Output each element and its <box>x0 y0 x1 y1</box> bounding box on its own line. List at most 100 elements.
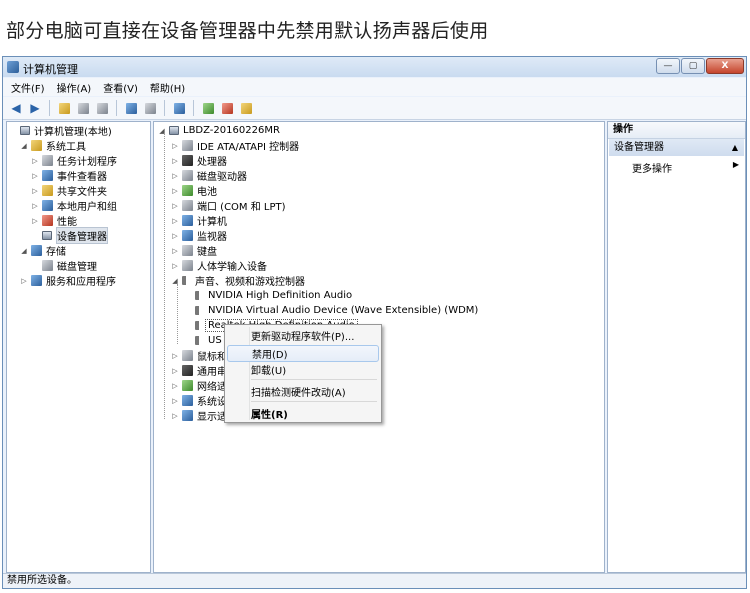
device-tree-item-label: 计算机 <box>197 217 227 228</box>
device-tree-item[interactable]: NVIDIA High Definition Audio <box>184 288 352 303</box>
device-tree-item[interactable]: ▷ 通用串 <box>171 363 227 378</box>
expand-arrow-icon[interactable]: ▷ <box>171 412 179 420</box>
device-tree-item[interactable]: ▷ 处理器 <box>171 153 227 168</box>
device-tree-item[interactable]: US <box>184 333 222 348</box>
disable-menu-item[interactable]: 禁用(D) <box>227 345 379 362</box>
device-tree-item[interactable]: ▷ 电池 <box>171 183 217 198</box>
console-tree-item-label: 性能 <box>57 217 77 228</box>
collapse-arrow-icon[interactable]: ◢ <box>20 142 28 150</box>
expand-arrow-icon[interactable]: ▷ <box>171 142 179 150</box>
tree-connector-line <box>177 284 178 344</box>
device-tree-item[interactable]: ◢ 声音、视频和游戏控制器 <box>171 273 305 288</box>
device-tree-item[interactable]: ▷ 磁盘驱动器 <box>171 168 247 183</box>
device-tree-item[interactable]: ▷ 鼠标和 <box>171 348 227 363</box>
device-tree-item[interactable]: NVIDIA Virtual Audio Device (Wave Extens… <box>184 303 478 318</box>
properties-menu-item[interactable]: 属性(R) <box>227 405 379 422</box>
export-icon[interactable] <box>94 100 110 116</box>
scan-hardware-menu-item[interactable]: 扫描检测硬件改动(A) <box>227 383 379 400</box>
actions-pane: 操作 设备管理器 ▲ 更多操作 ▶ <box>607 121 746 573</box>
device-tree-item[interactable]: ▷ IDE ATA/ATAPI 控制器 <box>171 138 299 153</box>
console-tree-item[interactable]: 设备管理器 <box>31 227 108 244</box>
device-tree-item-label: 声音、视频和游戏控制器 <box>195 277 305 288</box>
maximize-button[interactable]: ▢ <box>681 58 705 74</box>
console-tree-pane: 计算机管理(本地) ◢ 系统工具 ▷ 任务计划程序 ▷ 事件查看器 ▷ 共享文件夹 ▷ 本地用户和组… <box>6 121 151 573</box>
expand-arrow-icon[interactable]: ▷ <box>171 382 179 390</box>
menu-action[interactable]: 操作(A) <box>57 80 92 95</box>
update-driver-menu-item[interactable]: 更新驱动程序软件(P)... <box>227 327 379 344</box>
toolbar-separator <box>164 100 165 116</box>
expand-arrow-icon[interactable]: ▷ <box>20 277 28 285</box>
expand-arrow-icon[interactable]: ▷ <box>31 172 39 180</box>
expand-arrow-icon[interactable]: ▷ <box>171 367 179 375</box>
console-tree-item[interactable]: ▷ 任务计划程序 <box>31 153 117 168</box>
collapse-up-icon[interactable]: ▲ <box>732 139 738 156</box>
gray-device-icon <box>182 260 193 271</box>
expand-arrow-icon[interactable]: ▷ <box>171 232 179 240</box>
device-tree-item-label: NVIDIA High Definition Audio <box>208 290 353 301</box>
yellow-device-icon <box>42 185 53 196</box>
update-driver-icon[interactable] <box>200 100 216 116</box>
console-tree-item[interactable]: 磁盘管理 <box>31 258 97 273</box>
properties-icon[interactable] <box>142 100 158 116</box>
speaker-device-icon <box>195 321 204 330</box>
expand-arrow-icon[interactable]: ▷ <box>171 172 179 180</box>
expand-arrow-icon[interactable]: ▷ <box>31 202 39 210</box>
console-tree-item[interactable]: ▷ 事件查看器 <box>31 168 107 183</box>
submenu-arrow-icon: ▶ <box>732 160 739 169</box>
show-hide-tree-icon[interactable] <box>75 100 91 116</box>
expand-arrow-icon[interactable]: ▷ <box>171 397 179 405</box>
console-tree-item[interactable]: ▷ 共享文件夹 <box>31 183 107 198</box>
device-tree-item[interactable]: ▷ 显示适 <box>171 408 227 423</box>
menu-view[interactable]: 查看(V) <box>103 80 138 95</box>
console-tree-item[interactable]: ◢ 系统工具 <box>20 138 86 153</box>
collapse-arrow-icon[interactable]: ◢ <box>20 247 28 255</box>
device-tree-item[interactable]: ▷ 监视器 <box>171 228 227 243</box>
green-device-icon <box>182 380 193 391</box>
uninstall-menu-item[interactable]: 卸载(U) <box>227 361 379 378</box>
device-tree-item[interactable]: ▷ 网络适 <box>171 378 227 393</box>
minimize-button[interactable]: — <box>656 58 680 74</box>
expand-arrow-icon[interactable]: ▷ <box>171 217 179 225</box>
expand-arrow-icon[interactable]: ▷ <box>171 202 179 210</box>
expand-arrow-icon[interactable]: ▷ <box>171 262 179 270</box>
more-actions-link[interactable]: 更多操作 <box>632 160 672 175</box>
context-menu-separator <box>251 401 377 402</box>
expand-arrow-icon[interactable]: ▷ <box>31 217 39 225</box>
console-tree-item[interactable]: ▷ 性能 <box>31 213 77 228</box>
expand-arrow-icon[interactable]: ▷ <box>171 157 179 165</box>
expand-arrow-icon[interactable]: ▷ <box>31 157 39 165</box>
device-tree-item[interactable]: ◢ LBDZ-20160226MR <box>158 123 280 138</box>
menu-help[interactable]: 帮助(H) <box>150 80 185 95</box>
help-icon[interactable] <box>123 100 139 116</box>
console-tree-item[interactable]: ◢ 存储 <box>20 243 66 258</box>
scan-icon[interactable] <box>171 100 187 116</box>
device-tree-item[interactable]: ▷ 键盘 <box>171 243 217 258</box>
expand-arrow-icon[interactable]: ▷ <box>31 187 39 195</box>
gray-device-icon <box>182 350 193 361</box>
back-icon[interactable]: ◀ <box>8 100 24 116</box>
menu-file[interactable]: 文件(F) <box>11 80 45 95</box>
console-tree-item-label: 事件查看器 <box>57 172 107 183</box>
dark-device-icon <box>182 365 193 376</box>
device-tree-item-label: 磁盘驱动器 <box>197 172 247 183</box>
device-tree-item[interactable]: ▷ 系统设 <box>171 393 227 408</box>
expand-arrow-icon[interactable]: ▷ <box>171 352 179 360</box>
device-tree-item[interactable]: ▷ 人体学输入设备 <box>171 258 267 273</box>
uninstall-icon[interactable] <box>238 100 254 116</box>
close-button[interactable]: X <box>706 58 744 74</box>
console-tree-item-label: 系统工具 <box>46 142 86 153</box>
console-tree-item[interactable]: 计算机管理(本地) <box>9 123 112 138</box>
device-tree-item[interactable]: ▷ 端口 (COM 和 LPT) <box>171 198 286 213</box>
device-tree-item[interactable]: ▷ 计算机 <box>171 213 227 228</box>
forward-icon[interactable]: ▶ <box>27 100 43 116</box>
console-tree-item[interactable]: ▷ 服务和应用程序 <box>20 273 116 288</box>
expand-arrow-icon[interactable]: ▷ <box>171 187 179 195</box>
actions-section-device-manager[interactable]: 设备管理器 ▲ <box>609 139 744 156</box>
up-folder-icon[interactable] <box>56 100 72 116</box>
expand-arrow-icon[interactable]: ▷ <box>171 247 179 255</box>
console-tree-item-label: 任务计划程序 <box>57 157 117 168</box>
console-tree-item-label: 服务和应用程序 <box>46 277 116 288</box>
console-tree-item[interactable]: ▷ 本地用户和组 <box>31 198 117 213</box>
device-tree-item-label: 通用串 <box>197 367 227 378</box>
disable-icon[interactable] <box>219 100 235 116</box>
